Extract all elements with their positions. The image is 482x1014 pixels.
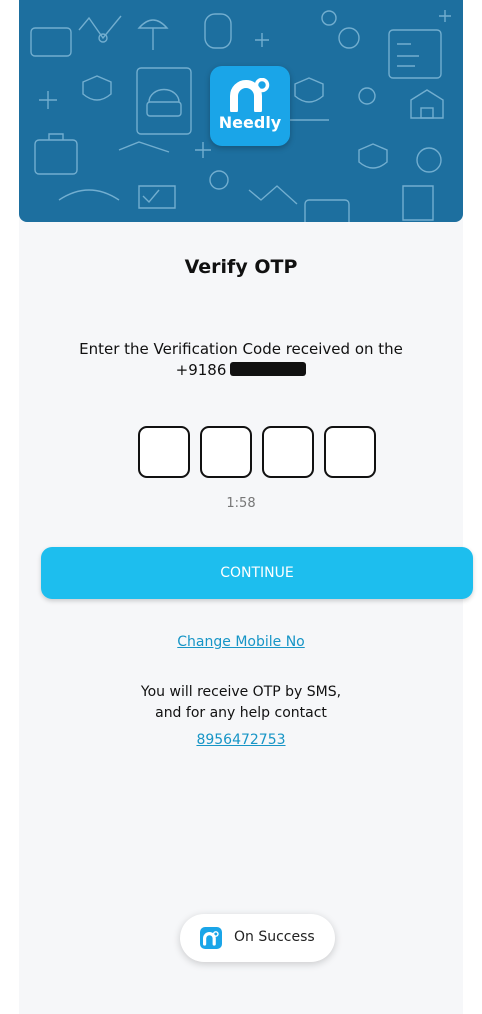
otp-screen: Needly Verify OTP Enter the Verification… <box>19 0 473 1014</box>
needly-logo-icon <box>230 78 270 112</box>
otp-countdown-timer: 1:58 <box>226 496 256 511</box>
help-phone-link[interactable]: 8956472753 <box>19 732 463 748</box>
otp-input-group <box>138 426 378 480</box>
logo-text: Needly <box>218 113 282 132</box>
sms-help-line-2: and for any help contact <box>155 705 327 721</box>
sms-help-note: You will receive OTP by SMS, and for any… <box>79 682 403 724</box>
otp-digit-4[interactable] <box>324 426 376 478</box>
header-banner: Needly <box>19 0 463 222</box>
sms-help-line-1: You will receive OTP by SMS, <box>140 684 342 700</box>
needly-logo-icon <box>200 927 222 949</box>
page-title: Verify OTP <box>184 256 298 278</box>
otp-digit-1[interactable] <box>138 426 190 478</box>
toast-text: On Success <box>234 929 315 945</box>
masked-phone-number: +9186 <box>19 361 463 379</box>
otp-digit-3[interactable] <box>262 426 314 478</box>
otp-digit-2[interactable] <box>200 426 252 478</box>
redacted-digits <box>230 362 307 376</box>
success-toast: On Success <box>180 914 335 962</box>
verification-instruction: Enter the Verification Code received on … <box>79 340 403 358</box>
continue-button[interactable]: CONTINUE <box>41 547 473 599</box>
needly-logo: Needly <box>210 66 290 146</box>
change-mobile-link[interactable]: Change Mobile No <box>19 634 463 650</box>
phone-prefix: +9186 <box>175 361 227 379</box>
